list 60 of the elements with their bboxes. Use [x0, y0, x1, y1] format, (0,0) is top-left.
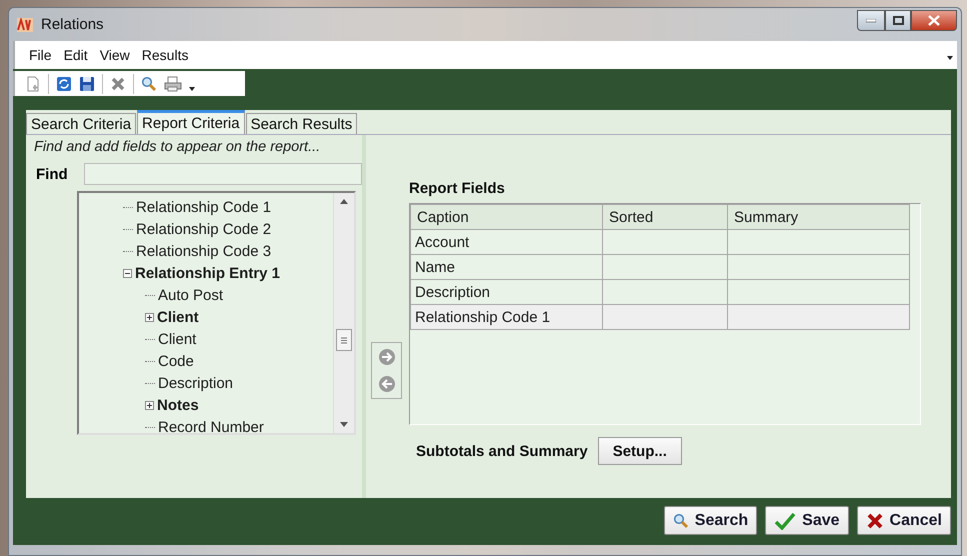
tree-item[interactable]: Client [157, 308, 199, 326]
subtotals-label: Subtotals and Summary [416, 442, 588, 460]
tree-item[interactable]: Record Number [158, 418, 264, 433]
find-field[interactable] [84, 163, 362, 185]
table-cell: Name [410, 254, 602, 280]
grip-icon [341, 336, 347, 344]
tree-item[interactable]: Notes [157, 396, 199, 414]
tree-item[interactable]: Relationship Code 3 [136, 242, 272, 260]
find-label: Find [36, 166, 69, 182]
column-header[interactable]: Caption [410, 204, 602, 230]
tree-item[interactable]: Relationship Entry 1 [135, 264, 280, 282]
setup-button[interactable]: Setup... [598, 437, 682, 465]
tree-item[interactable]: Description [158, 374, 234, 392]
close-icon [928, 15, 940, 26]
table-cell: Account [410, 230, 602, 254]
tree-item[interactable]: Auto Post [158, 286, 224, 304]
scroll-up-icon[interactable] [340, 199, 348, 204]
caret-icon[interactable] [189, 86, 195, 90]
scroll-thumb[interactable] [336, 329, 352, 351]
menu-item[interactable]: File [23, 47, 58, 63]
save-icon[interactable] [79, 76, 95, 92]
menu-item[interactable]: View [94, 47, 136, 63]
refresh-icon[interactable] [56, 76, 72, 92]
expand-icon[interactable] [145, 312, 154, 322]
checkmark-icon [774, 512, 796, 530]
menu-item[interactable]: Edit [58, 47, 94, 63]
collapse-icon[interactable] [123, 268, 132, 278]
tree-item[interactable]: Client [158, 330, 196, 348]
table-cell: Relationship Code 1 [410, 304, 602, 330]
maximize-icon [892, 16, 904, 25]
scroll-down-icon[interactable] [340, 422, 348, 427]
expand-icon[interactable] [145, 400, 154, 410]
save-button[interactable]: Save [765, 506, 849, 535]
section-title: Report Fields [409, 180, 506, 197]
column-header[interactable]: Sorted [602, 204, 728, 230]
scrollbar[interactable] [333, 193, 354, 433]
tree-item[interactable]: Code [158, 352, 194, 370]
search-button[interactable]: Search [664, 506, 758, 535]
tree-item[interactable]: Relationship Code 1 [136, 198, 272, 216]
delete-icon[interactable] [110, 76, 126, 92]
maximize-button[interactable] [885, 10, 911, 31]
column-header[interactable]: Summary [728, 204, 910, 230]
tab[interactable]: Search Criteria [26, 113, 136, 134]
close-button[interactable] [911, 10, 957, 31]
minimize-button[interactable] [857, 10, 885, 31]
tab[interactable]: Report Criteria [137, 110, 245, 134]
menu-item[interactable]: Results [136, 47, 194, 63]
tab[interactable]: Search Results [246, 113, 358, 134]
cross-icon [866, 512, 884, 530]
search-icon[interactable] [141, 76, 157, 92]
search-icon [672, 512, 689, 528]
caret-icon[interactable] [947, 56, 953, 60]
printer-icon[interactable] [164, 76, 182, 92]
instruction-text: Find and add fields to appear on the report... [34, 139, 322, 155]
app-logo-icon [17, 18, 33, 32]
window-title: Relations [41, 16, 104, 33]
minimize-icon [866, 18, 876, 22]
new-document-icon[interactable] [25, 76, 41, 92]
tree-item[interactable]: Relationship Code 2 [136, 220, 272, 238]
cancel-button[interactable]: Cancel [856, 506, 951, 535]
